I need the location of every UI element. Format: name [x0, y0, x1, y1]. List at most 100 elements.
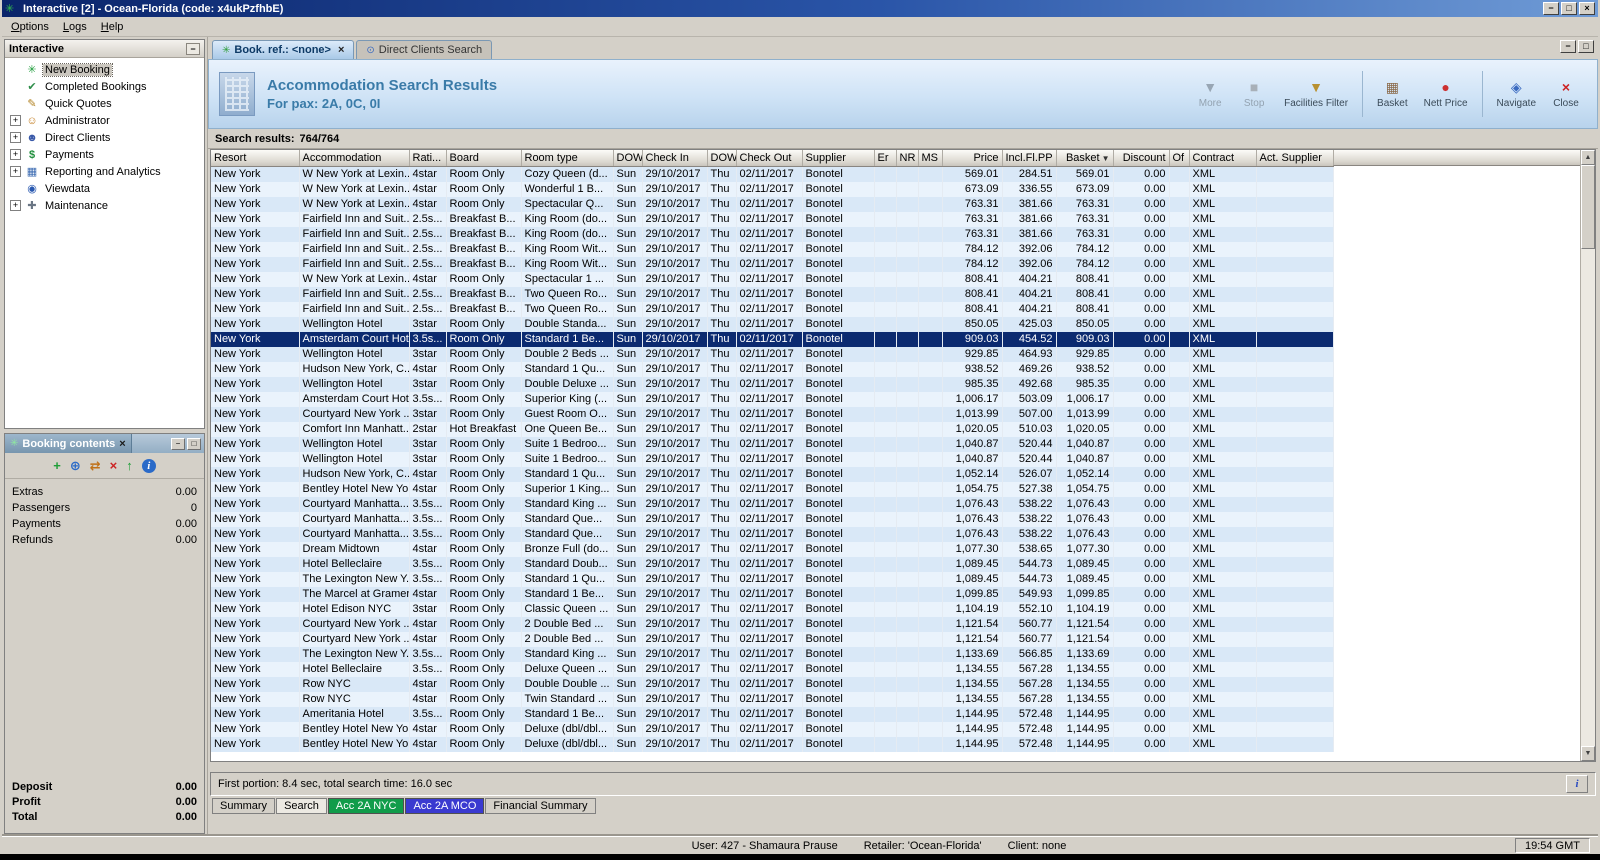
cell-check-in[interactable]: 29/10/2017 [642, 661, 708, 677]
cell-accommodation[interactable]: The Lexington New Y... [299, 646, 410, 662]
cell-incl-fl-pp[interactable]: 510.03 [1002, 421, 1057, 437]
table-row[interactable]: New York The Lexington New Y... 3.5s... Roo… [211, 646, 1334, 662]
cell-check-in[interactable]: 29/10/2017 [642, 361, 708, 377]
cell-price[interactable]: 808.41 [942, 301, 1003, 317]
cell-check-in[interactable]: 29/10/2017 [642, 181, 708, 197]
cell-rati[interactable]: 2.5s... [409, 226, 447, 242]
cell-basket[interactable]: 1,121.54 [1056, 616, 1114, 632]
cell-price[interactable]: 1,134.55 [942, 691, 1003, 707]
cell-dow[interactable]: Thu [707, 541, 737, 557]
cell-rati[interactable]: 3star [409, 316, 447, 332]
cell-act-supplier[interactable] [1256, 181, 1334, 197]
cell-check-in[interactable]: 29/10/2017 [642, 286, 708, 302]
cell-dow[interactable]: Thu [707, 526, 737, 542]
cell-board[interactable]: Breakfast B... [446, 226, 522, 242]
cell-dow[interactable]: Thu [707, 646, 737, 662]
cell-discount[interactable]: 0.00 [1113, 601, 1170, 617]
table-row[interactable]: New York Wellington Hotel 3star Room Only Do… [211, 346, 1334, 362]
cell-accommodation[interactable]: Fairfield Inn and Suit... [299, 256, 410, 272]
cell-dow[interactable]: Sun [613, 271, 643, 287]
cell-check-in[interactable]: 29/10/2017 [642, 601, 708, 617]
cell-dow[interactable]: Thu [707, 481, 737, 497]
table-row[interactable]: New York Courtyard Manhatta... 3.5s... Room… [211, 496, 1334, 512]
cell-resort[interactable]: New York [211, 241, 300, 257]
sidebar-item-reporting-and-analytics[interactable]: + ▦ Reporting and Analytics [5, 163, 204, 180]
column-header-check-in[interactable]: Check In [642, 150, 708, 167]
cell-check-out[interactable]: 02/11/2017 [736, 586, 803, 602]
table-row[interactable]: New York Courtyard Manhatta... 3.5s... Room… [211, 511, 1334, 527]
cell-price[interactable]: 1,104.19 [942, 601, 1003, 617]
cell-dow[interactable]: Thu [707, 211, 737, 227]
cell-dow[interactable]: Sun [613, 646, 643, 662]
cell-discount[interactable]: 0.00 [1113, 661, 1170, 677]
cell-act-supplier[interactable] [1256, 676, 1334, 692]
cell-of[interactable] [1169, 331, 1190, 347]
cell-supplier[interactable]: Bonotel [802, 436, 875, 452]
cell-basket[interactable]: 1,040.87 [1056, 436, 1114, 452]
cell-discount[interactable]: 0.00 [1113, 181, 1170, 197]
sidebar-item-direct-clients[interactable]: + ☻ Direct Clients [5, 129, 204, 146]
cell-check-in[interactable]: 29/10/2017 [642, 376, 708, 392]
close-button[interactable]: × Close [1545, 68, 1587, 120]
cell-accommodation[interactable]: Ameritania Hotel [299, 706, 410, 722]
cell-er[interactable] [874, 706, 897, 722]
cell-act-supplier[interactable] [1256, 481, 1334, 497]
cell-incl-fl-pp[interactable]: 538.22 [1002, 526, 1057, 542]
booking-panel-minimize-button[interactable]: − [171, 437, 185, 450]
cell-accommodation[interactable]: W New York at Lexin... [299, 166, 410, 182]
cell-room-type[interactable]: Standard 1 Qu... [521, 361, 614, 377]
table-row[interactable]: New YorkThe Marcel at Gramercy4starRoom … [211, 586, 1334, 602]
cell-er[interactable] [874, 526, 897, 542]
cell-room-type[interactable]: Classic Queen ... [521, 601, 614, 617]
cell-discount[interactable]: 0.00 [1113, 676, 1170, 692]
cell-discount[interactable]: 0.00 [1113, 586, 1170, 602]
cell-room-type[interactable]: Superior 1 King... [521, 481, 614, 497]
cell-incl-fl-pp[interactable]: 566.85 [1002, 646, 1057, 662]
cell-check-in[interactable]: 29/10/2017 [642, 421, 708, 437]
cell-ms[interactable] [918, 301, 943, 317]
cell-rati[interactable]: 3.5s... [409, 706, 447, 722]
cell-room-type[interactable]: Standard 1 Qu... [521, 571, 614, 587]
table-row[interactable]: New York W New York at Lexin... 4star Room … [211, 271, 1334, 287]
cell-er[interactable] [874, 256, 897, 272]
cell-act-supplier[interactable] [1256, 631, 1334, 647]
cell-board[interactable]: Room Only [446, 481, 522, 497]
cell-check-out[interactable]: 02/11/2017 [736, 271, 803, 287]
cell-price[interactable]: 1,006.17 [942, 391, 1003, 407]
cell-room-type[interactable]: Two Queen Ro... [521, 301, 614, 317]
cell-er[interactable] [874, 466, 897, 482]
column-header-incl-fl-pp[interactable]: Incl.Fl.PP [1002, 150, 1057, 167]
cell-act-supplier[interactable] [1256, 226, 1334, 242]
cell-supplier[interactable]: Bonotel [802, 616, 875, 632]
cell-check-in[interactable]: 29/10/2017 [642, 301, 708, 317]
cell-ms[interactable] [918, 706, 943, 722]
cell-act-supplier[interactable] [1256, 706, 1334, 722]
cell-accommodation[interactable]: Amsterdam Court Hotel [299, 391, 410, 407]
cell-dow[interactable]: Thu [707, 391, 737, 407]
cell-incl-fl-pp[interactable]: 284.51 [1002, 166, 1057, 182]
cell-price[interactable]: 1,144.95 [942, 736, 1003, 752]
cell-contract[interactable]: XML [1189, 706, 1257, 722]
column-header-dow[interactable]: DOW [707, 150, 737, 167]
cell-accommodation[interactable]: Wellington Hotel [299, 436, 410, 452]
cell-room-type[interactable]: Standard 1 Qu... [521, 466, 614, 482]
cell-rati[interactable]: 3.5s... [409, 391, 447, 407]
cell-incl-fl-pp[interactable]: 381.66 [1002, 196, 1057, 212]
cell-room-type[interactable]: Standard King ... [521, 496, 614, 512]
cell-contract[interactable]: XML [1189, 511, 1257, 527]
cell-dow[interactable]: Sun [613, 496, 643, 512]
cell-board[interactable]: Room Only [446, 616, 522, 632]
cell-check-in[interactable]: 29/10/2017 [642, 466, 708, 482]
cell-basket[interactable]: 1,134.55 [1056, 661, 1114, 677]
cell-ms[interactable] [918, 721, 943, 737]
cell-contract[interactable]: XML [1189, 676, 1257, 692]
cell-basket[interactable]: 1,121.54 [1056, 631, 1114, 647]
cell-act-supplier[interactable] [1256, 736, 1334, 752]
facilities-filter-button[interactable]: ▼ Facilities Filter [1277, 68, 1355, 120]
cell-discount[interactable]: 0.00 [1113, 631, 1170, 647]
cell-discount[interactable]: 0.00 [1113, 166, 1170, 182]
sidebar-item-viewdata[interactable]: ◉ Viewdata [5, 180, 204, 197]
cell-contract[interactable]: XML [1189, 586, 1257, 602]
cell-price[interactable]: 1,121.54 [942, 616, 1003, 632]
cell-price[interactable]: 1,089.45 [942, 571, 1003, 587]
